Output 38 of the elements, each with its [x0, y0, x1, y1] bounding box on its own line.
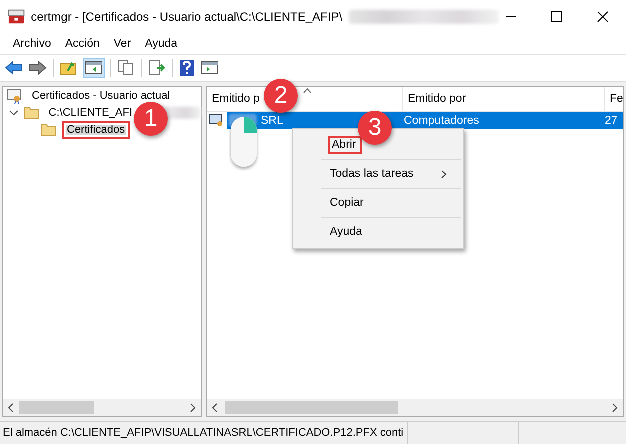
- certificate-icon: [209, 114, 225, 128]
- menu-item[interactable]: Todas las tareas: [326, 165, 420, 183]
- menu-item[interactable]: Acción: [58, 38, 107, 50]
- scroll-left-icon[interactable]: [211, 402, 219, 412]
- forward-arrow-icon[interactable]: [29, 60, 47, 76]
- close-icon[interactable]: [597, 11, 609, 23]
- export-list-icon[interactable]: [148, 60, 166, 76]
- menu-item[interactable]: Archivo: [6, 38, 58, 50]
- window-title: certmgr - [Certificados - Usuario actual\C:\CLIENTE_AFIP\: [31, 10, 343, 24]
- scroll-left-icon[interactable]: [7, 402, 15, 412]
- maximize-icon[interactable]: [551, 11, 563, 23]
- status-text: El almacén C:\CLIENTE_AFIP\VISUALLATINASRL\CERTIFICADO.P12.PFX conti: [0, 422, 408, 444]
- tree-item[interactable]: Certificados - Usuario actual: [28, 88, 174, 104]
- menu-item[interactable]: Abrir: [328, 136, 362, 154]
- scroll-right-icon[interactable]: [611, 402, 619, 412]
- folder-icon: [24, 106, 40, 120]
- folder-icon: [41, 122, 57, 136]
- horizontal-scrollbar[interactable]: [207, 399, 623, 416]
- column-header[interactable]: Emitido por: [403, 87, 605, 111]
- tree-item[interactable]: C:\CLIENTE_AFI: [44, 104, 137, 120]
- horizontal-scrollbar[interactable]: [3, 399, 201, 416]
- menu-item[interactable]: Ver: [106, 38, 138, 50]
- menu-item[interactable]: Ayuda: [138, 38, 185, 50]
- app-icon: [8, 9, 26, 25]
- table-cell: SRL: [261, 114, 284, 126]
- scroll-right-icon[interactable]: [189, 402, 197, 412]
- console-tree-icon[interactable]: [84, 59, 104, 77]
- copy-icon[interactable]: [117, 60, 135, 76]
- column-header[interactable]: Fe: [605, 87, 623, 111]
- table-cell-text: 27: [604, 114, 619, 126]
- menu-item[interactable]: Ayuda: [326, 223, 368, 241]
- help-icon[interactable]: [179, 59, 195, 77]
- folder-up-icon[interactable]: [60, 60, 78, 76]
- table-cell-text: Computadores: [403, 114, 480, 126]
- tree-item[interactable]: Certificados: [62, 120, 130, 138]
- action-pane-icon[interactable]: [201, 60, 219, 76]
- back-arrow-icon[interactable]: [5, 60, 23, 76]
- menu-item[interactable]: Copiar: [326, 194, 370, 212]
